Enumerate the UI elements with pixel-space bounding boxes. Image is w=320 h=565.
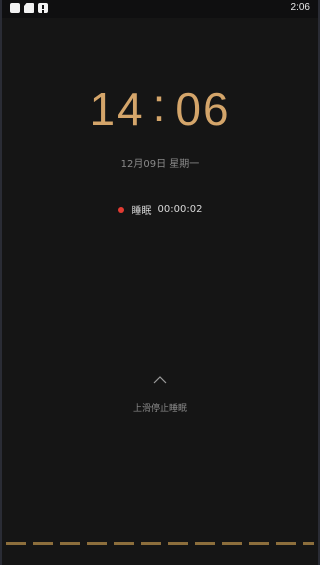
clock-display: 14:06 — [2, 79, 318, 136]
recording-elapsed: 00:00:02 — [157, 204, 203, 215]
chevron-up-icon[interactable] — [153, 373, 167, 387]
recording-dot-icon — [117, 206, 124, 213]
swipe-to-stop[interactable]: 上滑停止睡眠 — [2, 372, 318, 414]
clock-separator: : — [152, 79, 168, 131]
status-icons — [10, 3, 48, 13]
sleep-lock-screen: 2:06 14:06 12月09日 星期一 睡眠 00:00:02 上滑停止睡眠 — [0, 0, 320, 565]
clock-hour: 14 — [89, 83, 145, 135]
status-bar: 2:06 — [2, 0, 318, 18]
alert-icon — [38, 3, 48, 13]
swipe-label: 上滑停止睡眠 — [132, 404, 187, 414]
recording-label: 睡眠 — [131, 206, 152, 217]
clock-minute: 06 — [175, 83, 231, 135]
status-time: 2:06 — [290, 2, 310, 13]
sleep-recording-status: 睡眠 00:00:02 — [2, 202, 318, 217]
date-label: 12月09日 星期一 — [120, 159, 200, 170]
white-square-icon — [10, 3, 20, 13]
dashed-divider — [6, 542, 314, 545]
sd-card-icon — [24, 3, 34, 13]
